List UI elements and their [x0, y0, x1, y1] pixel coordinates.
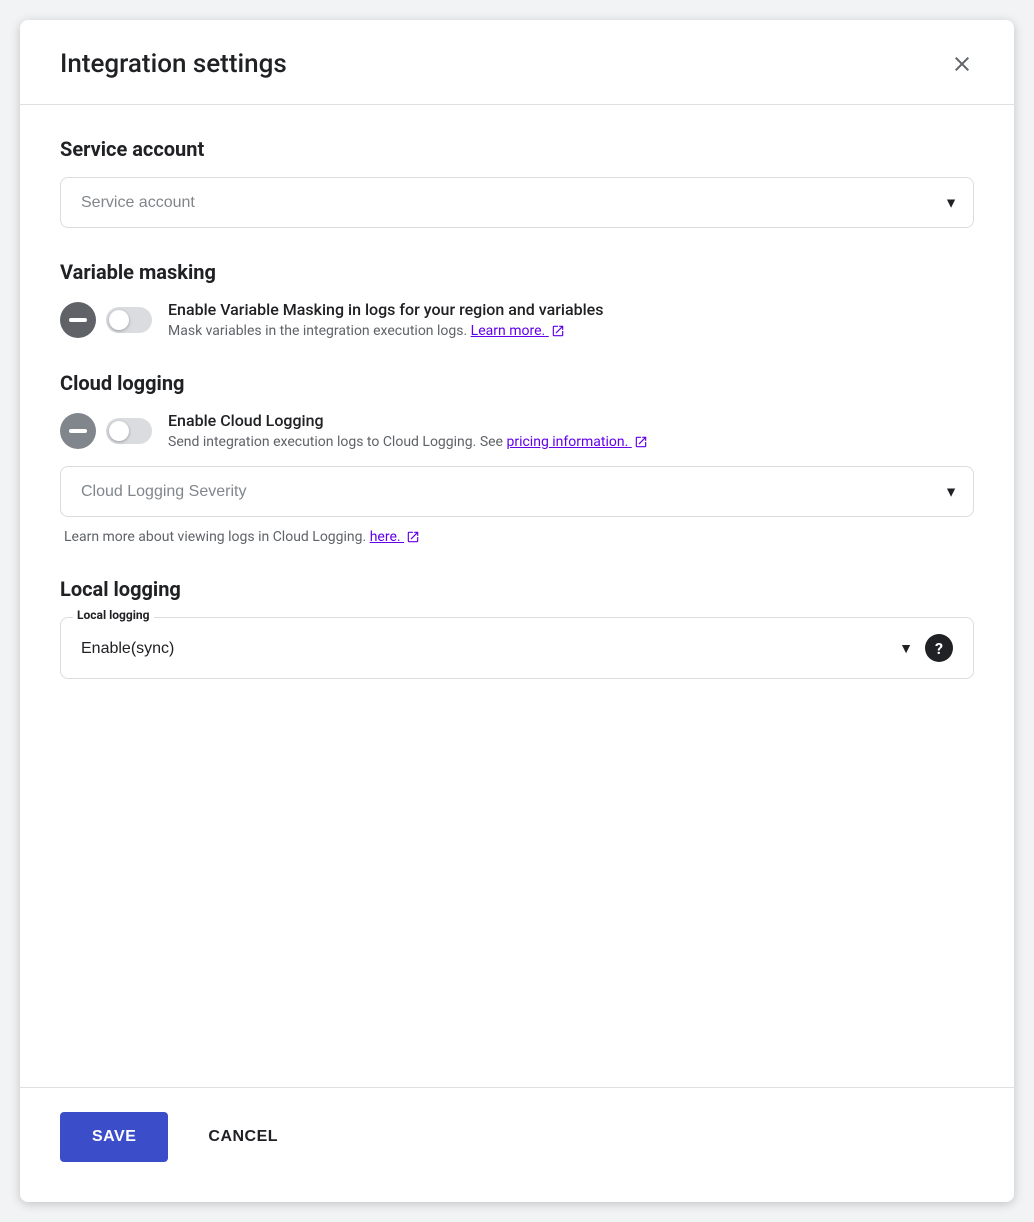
pricing-external-icon	[634, 435, 648, 449]
dialog-title: Integration settings	[60, 49, 287, 79]
cloud-logging-severity-wrapper: Cloud Logging Severity ▼	[60, 466, 974, 517]
local-logging-fieldset: Local logging Enable(sync) Disable Enabl…	[60, 617, 974, 679]
variable-masking-title: Variable masking	[60, 260, 974, 284]
cloud-logging-toggle-row: Enable Cloud Logging Send integration ex…	[60, 411, 974, 450]
service-account-select-wrapper: Service account ▼	[60, 177, 974, 228]
cloud-logging-toggle-container[interactable]	[60, 413, 152, 449]
service-account-title: Service account	[60, 137, 974, 161]
cloud-logging-text: Enable Cloud Logging Send integration ex…	[168, 411, 648, 450]
close-button[interactable]	[942, 44, 982, 84]
cloud-logging-label: Enable Cloud Logging	[168, 411, 648, 430]
variable-masking-toggle-container[interactable]	[60, 302, 152, 338]
variable-masking-label: Enable Variable Masking in logs for your…	[168, 300, 603, 319]
save-button[interactable]: SAVE	[60, 1112, 168, 1162]
minus-icon-cloud	[69, 429, 87, 433]
cloud-logging-helper-text: Learn more about viewing logs in Cloud L…	[60, 529, 974, 545]
cloud-logging-severity-section: Cloud Logging Severity ▼ Learn more abou…	[60, 466, 974, 545]
variable-masking-toggle-thumb	[109, 310, 129, 330]
close-icon	[950, 52, 974, 76]
cloud-logging-toggle-thumb	[109, 421, 129, 441]
local-logging-select-wrapper: Enable(sync) Disable Enable(async) ▼ ?	[61, 618, 973, 678]
minus-icon	[69, 318, 87, 322]
service-account-section: Service account Service account ▼	[60, 137, 974, 228]
cloud-logging-severity-select[interactable]: Cloud Logging Severity	[60, 466, 974, 517]
cloud-logging-here-link[interactable]: here.	[370, 529, 420, 545]
dialog-footer: SAVE CANCEL	[20, 1087, 1014, 1202]
cloud-logging-toggle-track[interactable]	[106, 418, 152, 444]
here-external-icon	[406, 530, 420, 544]
variable-masking-text: Enable Variable Masking in logs for your…	[168, 300, 603, 339]
cloud-logging-title: Cloud logging	[60, 371, 974, 395]
service-account-select[interactable]: Service account	[60, 177, 974, 228]
cloud-logging-description: Send integration execution logs to Cloud…	[168, 434, 648, 450]
local-logging-section: Local logging Local logging Enable(sync)…	[60, 577, 974, 679]
local-logging-arrow: ▼	[899, 640, 913, 657]
local-logging-controls: ▼ ?	[899, 634, 953, 662]
integration-settings-dialog: Integration settings Service account Ser…	[20, 20, 1014, 1202]
learn-more-external-icon	[551, 324, 565, 338]
cancel-button[interactable]: CANCEL	[184, 1112, 302, 1162]
local-logging-help-icon[interactable]: ?	[925, 634, 953, 662]
variable-masking-toggle-track[interactable]	[106, 307, 152, 333]
cloud-logging-section: Cloud logging Enable Cloud Logging	[60, 371, 974, 545]
variable-masking-learn-more-link[interactable]: Learn more.	[471, 323, 565, 339]
variable-masking-section: Variable masking Enable Variable Masking…	[60, 260, 974, 339]
pricing-information-link[interactable]: pricing information.	[506, 434, 647, 450]
variable-masking-minus-icon	[60, 302, 96, 338]
local-logging-title: Local logging	[60, 577, 974, 601]
variable-masking-toggle-row: Enable Variable Masking in logs for your…	[60, 300, 974, 339]
local-logging-legend: Local logging	[73, 608, 154, 622]
cloud-logging-minus-icon	[60, 413, 96, 449]
dialog-header: Integration settings	[20, 20, 1014, 105]
variable-masking-description: Mask variables in the integration execut…	[168, 323, 603, 339]
dialog-content: Service account Service account ▼ Variab…	[20, 105, 1014, 1087]
local-logging-select[interactable]: Enable(sync) Disable Enable(async)	[81, 640, 899, 657]
